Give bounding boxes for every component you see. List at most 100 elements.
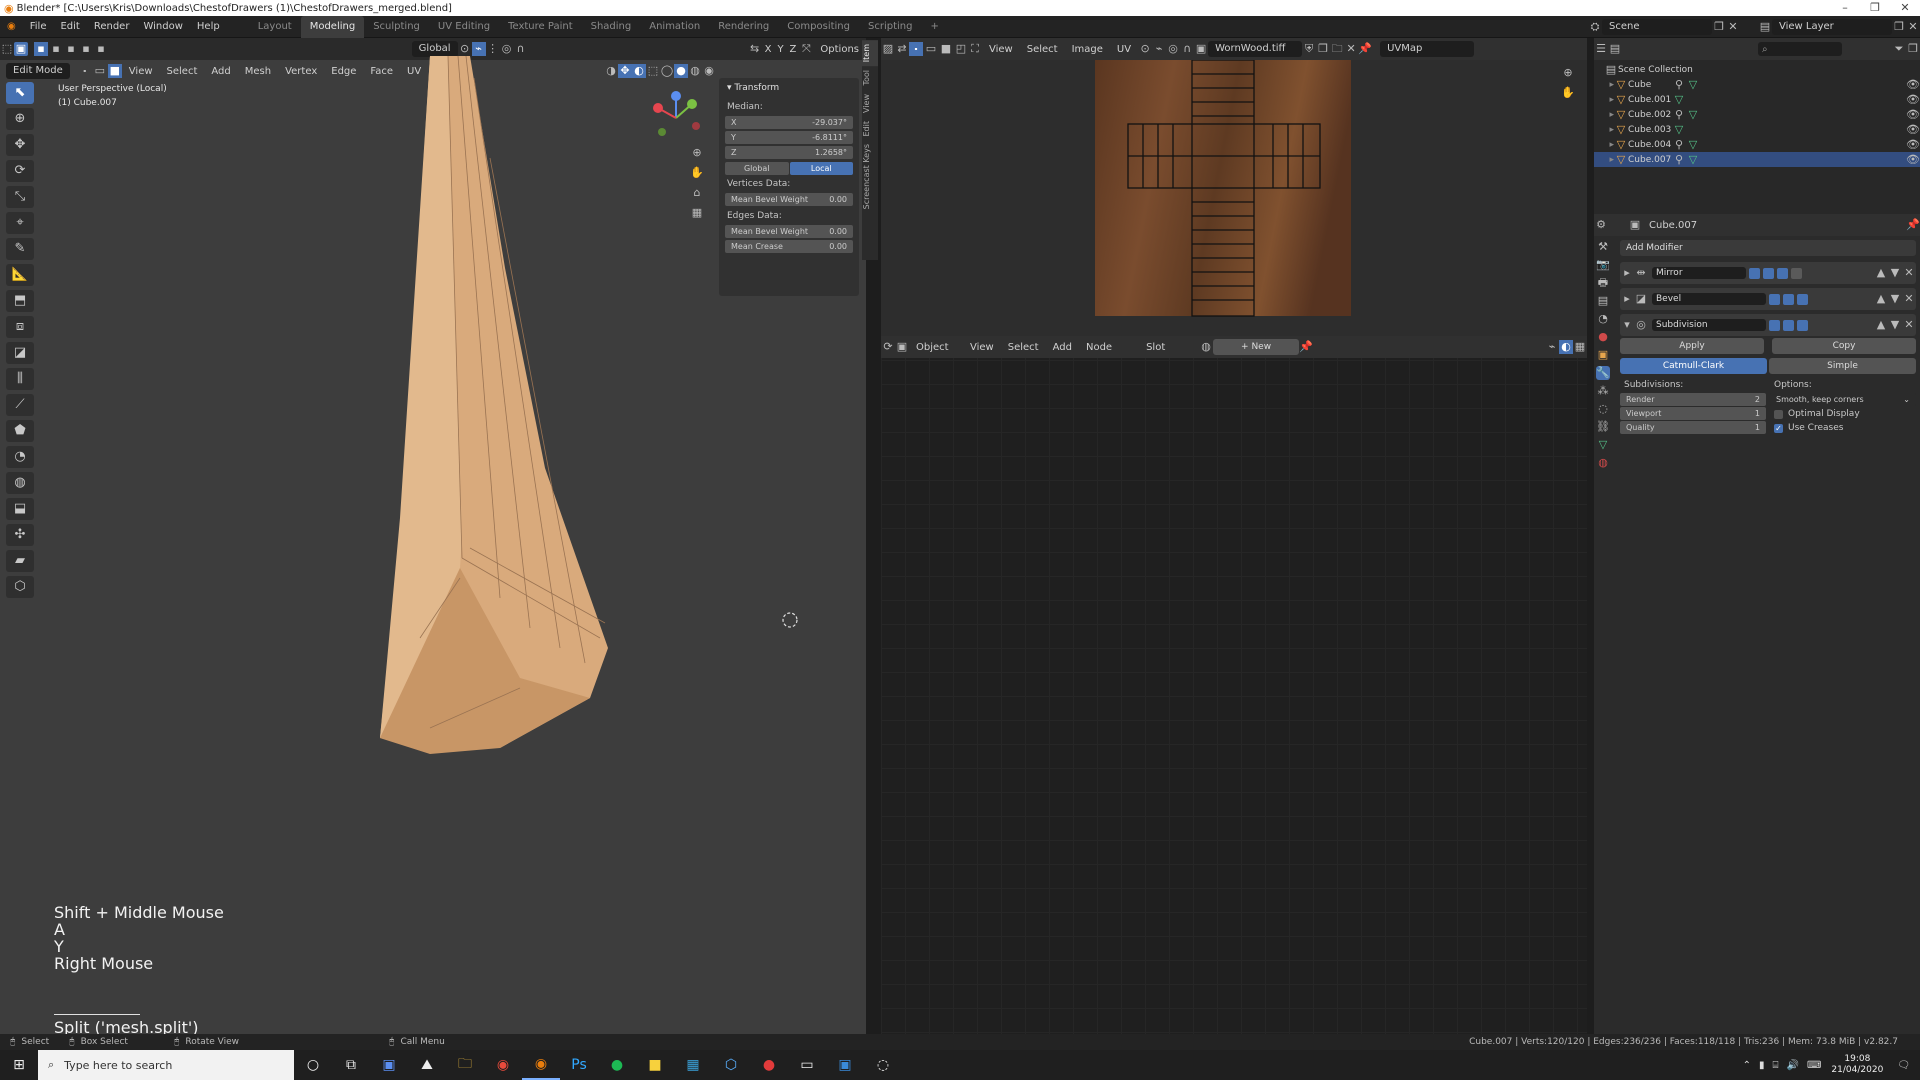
render-levels-field[interactable]: Render 2 [1620,393,1766,406]
shear-tool-icon[interactable]: ▰ [6,550,34,572]
collapse-arrow-icon[interactable]: ▾ [1620,318,1634,332]
modifier-tab-icon[interactable]: 🔧 [1596,366,1610,380]
visibility-eye-icon[interactable]: 👁 [1906,153,1920,167]
select-box-tool-icon[interactable]: ⬉ [6,82,34,104]
move-up-icon[interactable]: ▲ [1874,292,1888,306]
outliner-item-cube-007[interactable]: ▸ ▽ Cube.007 ⚲ ▽ 👁 [1594,152,1920,167]
transform-tool-icon[interactable]: ⌖ [6,212,34,234]
tab-tool[interactable]: Tool [862,66,878,90]
tab-sculpting[interactable]: Sculpting [364,16,429,38]
add-workspace-icon[interactable]: + [921,16,947,38]
app-icon[interactable]: ⬡ [712,1050,750,1080]
shrink-fatten-tool-icon[interactable]: ✣ [6,524,34,546]
shader-node-editor[interactable]: ⟳ ▣ Object View Select Add Node Slot ◍ +… [881,336,1587,1034]
pan-hand-icon[interactable]: ✋ [1561,86,1575,100]
viewport-toggle-icon[interactable] [1783,293,1794,305]
camera-view-icon[interactable]: ⌂ [690,186,704,200]
global-toggle[interactable]: Global [725,162,789,175]
modifier-subdivision[interactable]: ▾ ◎ Subdivision ▲ ▼ ✕ [1620,314,1916,336]
modifier-name-field[interactable]: Mirror [1652,267,1746,279]
modifier-name-field[interactable]: Subdivision [1652,319,1766,331]
pin-icon[interactable]: 📌 [1299,340,1313,354]
tab-rendering[interactable]: Rendering [709,16,778,38]
constraints-tab-icon[interactable]: ⛓ [1596,420,1610,434]
knife-tool-icon[interactable]: ⟋ [6,394,34,416]
modifier-bevel[interactable]: ▸ ◪ Bevel ▲ ▼ ✕ [1620,288,1916,310]
uv-vertex-select-icon[interactable]: ⬝ [909,42,923,56]
blender-menu-icon[interactable]: ◉ [0,16,23,38]
app-icon[interactable]: ▦ [674,1050,712,1080]
delete-view-layer-icon[interactable]: ✕ [1906,20,1920,34]
scene-selector[interactable]: Scene [1602,18,1712,35]
tab-uv-editing[interactable]: UV Editing [429,16,499,38]
app-icon[interactable]: ⛰ [408,1050,446,1080]
material-browse-icon[interactable]: ◍ [1199,340,1213,354]
output-tab-icon[interactable]: 🖶 [1596,276,1610,290]
tab-shading[interactable]: Shading [582,16,641,38]
render-toggle-icon[interactable] [1777,267,1788,279]
zoom-icon[interactable]: ⊕ [690,146,704,160]
uv-edge-select-icon[interactable]: ▭ [924,42,938,56]
median-y-field[interactable]: Y -6.8111° [725,131,853,144]
remove-modifier-icon[interactable]: ✕ [1902,292,1916,306]
smooth-tool-icon[interactable]: ◍ [6,472,34,494]
viewport-toggle-icon[interactable] [1783,319,1794,331]
gizmo-z-icon[interactable] [671,91,681,101]
add-modifier-dropdown[interactable]: Add Modifier [1620,240,1916,256]
scale-tool-icon[interactable]: ⤡ [6,186,34,208]
windows-start-icon[interactable]: ⊞ [0,1050,38,1080]
navigation-gizmo[interactable] [648,86,708,146]
menu-render[interactable]: Render [87,16,137,38]
outliner-item-cube-004[interactable]: ▸ ▽ Cube.004 ⚲ ▽ 👁 [1594,137,1920,152]
move-up-icon[interactable]: ▲ [1874,266,1888,280]
uv-sync-icon[interactable]: ⇄ [895,42,909,56]
battery-icon[interactable]: ▮ [1759,1060,1765,1071]
viewport-levels-field[interactable]: Viewport 1 [1620,407,1766,420]
view-layer-tab-icon[interactable]: ▤ [1596,294,1610,308]
edge-bevel-weight-field[interactable]: Mean Bevel Weight 0.00 [725,225,853,238]
median-z-field[interactable]: Z 1.2658° [725,146,853,159]
expand-arrow-icon[interactable]: ▸ [1620,292,1634,306]
uvmap-field[interactable]: UVMap [1380,41,1475,57]
editor-type-icon[interactable]: ☰ [1594,42,1608,56]
cage-toggle-icon[interactable] [1791,267,1802,279]
clock[interactable]: 19:08 21/04/2020 [1831,1054,1883,1076]
move-down-icon[interactable]: ▼ [1888,318,1902,332]
physics-tab-icon[interactable]: ◌ [1596,402,1610,416]
menu-help[interactable]: Help [190,16,227,38]
menu-add[interactable]: Add [1046,342,1079,353]
outliner-item-cube-001[interactable]: ▸ ▽ Cube.001 ▽ 👁 [1594,92,1920,107]
remove-modifier-icon[interactable]: ✕ [1902,318,1916,332]
sticky-select-icon[interactable]: ⛶ [968,42,982,56]
blender-taskbar-icon[interactable]: ◉ [522,1050,560,1080]
extrude-tool-icon[interactable]: ⬒ [6,290,34,312]
menu-image[interactable]: Image [1065,44,1110,55]
world-tab-icon[interactable]: ● [1596,330,1610,344]
maximize-icon[interactable]: ❐ [1860,0,1890,16]
simple-toggle[interactable]: Simple [1769,358,1916,374]
slot-dropdown[interactable]: Slot [1139,342,1199,353]
volume-icon[interactable]: 🔊 [1787,1060,1799,1071]
sticky-notes-icon[interactable]: ■ [636,1050,674,1080]
object-tab-icon[interactable]: ▣ [1596,348,1610,362]
app-icon[interactable]: ▣ [826,1050,864,1080]
scene-collection-row[interactable]: ▤ Scene Collection [1594,62,1920,77]
display-mode-icon[interactable]: ▤ [1608,42,1622,56]
delete-scene-icon[interactable]: ✕ [1726,20,1740,34]
menu-edit[interactable]: Edit [53,16,86,38]
chrome-icon[interactable]: ◉ [484,1050,522,1080]
fake-user-icon[interactable]: ⛨ [1302,42,1316,56]
new-image-icon[interactable]: ❐ [1316,42,1330,56]
menu-window[interactable]: Window [136,16,189,38]
apply-button[interactable]: Apply [1620,338,1764,354]
new-collection-icon[interactable]: ❐ [1906,42,1920,56]
outliner[interactable]: ☰ ▤ ⌕ ⏷ ❐ ▤ Scene Collection ▸ ▽ Cube ⚲ ▽… [1594,38,1920,214]
transform-section-header[interactable]: ▾ Transform [723,82,855,95]
visibility-eye-icon[interactable]: 👁 [1906,138,1920,152]
uv-face-select-icon[interactable]: ■ [939,42,953,56]
new-scene-icon[interactable]: ❐ [1712,20,1726,34]
tab-item[interactable]: Item [862,40,878,67]
object-data-tab-icon[interactable]: ▽ [1596,438,1610,452]
overlay-icon[interactable]: ◐ [1559,340,1573,354]
visibility-eye-icon[interactable]: 👁 [1906,108,1920,122]
